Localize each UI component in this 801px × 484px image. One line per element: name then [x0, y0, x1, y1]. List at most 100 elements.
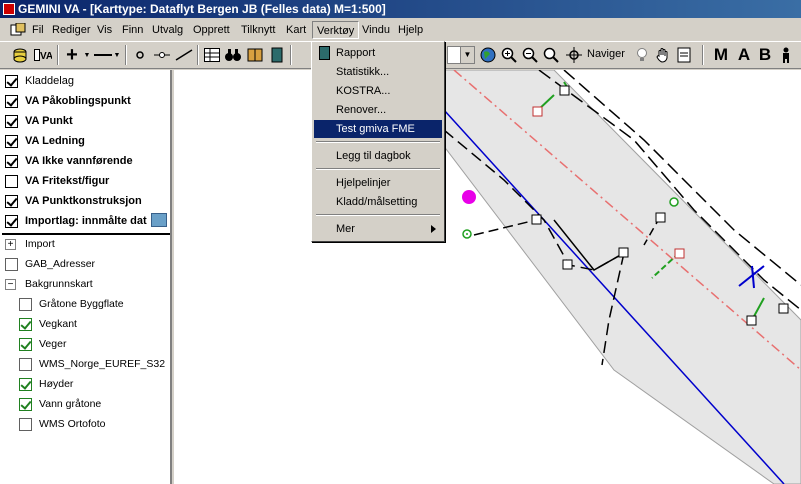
- line-tool-icon[interactable]: [93, 45, 113, 65]
- phone-book-icon[interactable]: [267, 45, 287, 65]
- lightbulb-icon[interactable]: [632, 45, 652, 65]
- table-icon[interactable]: [202, 45, 222, 65]
- document-icon[interactable]: [10, 23, 26, 37]
- manhole-symbol[interactable]: [531, 214, 542, 225]
- menu-vindu[interactable]: Vindu: [358, 21, 394, 39]
- map-canvas[interactable]: [174, 70, 801, 484]
- node-line-icon[interactable]: [152, 45, 172, 65]
- menu-item-statistikk[interactable]: Statistikk...: [314, 63, 442, 81]
- layer-row-va-pakoblingspunkt[interactable]: VA Påkoblingspunkt: [5, 92, 170, 110]
- circle-point-icon[interactable]: [130, 45, 150, 65]
- manhole-symbol[interactable]: [562, 259, 573, 270]
- layer-checkbox[interactable]: [5, 214, 18, 228]
- slope-line-icon[interactable]: [174, 45, 194, 65]
- layer-row-va-punkt[interactable]: VA Punkt: [5, 112, 170, 130]
- manhole-symbol[interactable]: [532, 106, 543, 117]
- layer-checkbox[interactable]: [19, 357, 32, 371]
- toolbar-button-a[interactable]: A: [734, 45, 754, 65]
- navigate-icon[interactable]: [564, 45, 584, 65]
- layers-icon[interactable]: [10, 45, 30, 65]
- layer-checkbox[interactable]: [5, 194, 18, 208]
- manhole-symbol[interactable]: [559, 85, 570, 96]
- manhole-symbol[interactable]: [618, 247, 629, 258]
- menu-tilknytt[interactable]: Tilknytt: [237, 21, 279, 39]
- chevron-down-icon[interactable]: ▼: [112, 45, 122, 65]
- layer-row-vegkant[interactable]: Vegkant: [19, 315, 170, 333]
- document-edit-icon[interactable]: [674, 45, 694, 65]
- toolbar-button-b[interactable]: B: [755, 45, 775, 65]
- hand-pan-icon[interactable]: [653, 45, 673, 65]
- menu-item-test-gmiva-fme[interactable]: Test gmiva FME: [314, 120, 442, 138]
- layer-checkbox[interactable]: [19, 377, 32, 391]
- layer-row-kladdelag[interactable]: Kladdelag: [5, 72, 170, 90]
- person-icon[interactable]: [776, 45, 796, 65]
- layer-checkbox[interactable]: [19, 317, 32, 331]
- menu-item-hjelpelinjer[interactable]: Hjelpelinjer: [314, 174, 442, 192]
- group-bakgrunnskart[interactable]: − Bakgrunnskart: [5, 275, 170, 293]
- menu-utvalg[interactable]: Utvalg: [148, 21, 187, 39]
- menu-hjelp[interactable]: Hjelp: [394, 21, 427, 39]
- layer-checkbox[interactable]: [5, 74, 18, 88]
- book-icon[interactable]: [245, 45, 265, 65]
- naviger-label[interactable]: Naviger: [587, 48, 625, 60]
- layer-checkbox[interactable]: [5, 94, 18, 108]
- layer-row-wms-ortofoto[interactable]: WMS Ortofoto: [19, 415, 170, 433]
- menu-finn[interactable]: Finn: [118, 21, 147, 39]
- layer-row-gab-adresser[interactable]: GAB_Adresser: [5, 255, 170, 273]
- menu-kart[interactable]: Kart: [282, 21, 310, 39]
- toolbar-button-m[interactable]: M: [711, 45, 731, 65]
- point-symbol[interactable]: [669, 197, 679, 207]
- menu-vis[interactable]: Vis: [93, 21, 116, 39]
- manhole-symbol[interactable]: [674, 248, 685, 259]
- layer-checkbox[interactable]: [5, 174, 18, 188]
- layer-checkbox[interactable]: [5, 134, 18, 148]
- manhole-symbol[interactable]: [778, 303, 789, 314]
- layer-row-hoyder[interactable]: Høyder: [19, 375, 170, 393]
- chevron-down-icon[interactable]: ▼: [82, 45, 92, 65]
- menu-item-kladd-malsetting[interactable]: Kladd/målsetting: [314, 193, 442, 211]
- layer-row-wms-norge[interactable]: WMS_Norge_EUREF_S32: [19, 355, 170, 373]
- zoom-extent-icon[interactable]: [541, 45, 561, 65]
- layer-row-va-ikke-vannforende[interactable]: VA Ikke vannførende: [5, 152, 170, 170]
- selected-point[interactable]: [462, 190, 476, 204]
- va-layer-icon[interactable]: VA: [33, 45, 53, 65]
- zoom-in-icon[interactable]: [499, 45, 519, 65]
- layer-row-veger[interactable]: Veger: [19, 335, 170, 353]
- layer-checkbox[interactable]: [5, 114, 18, 128]
- rapport-icon: [319, 46, 330, 60]
- layer-checkbox[interactable]: [19, 297, 32, 311]
- layer-checkbox[interactable]: [19, 397, 32, 411]
- scale-combo[interactable]: ▼: [447, 46, 475, 64]
- layer-checkbox[interactable]: [5, 257, 18, 271]
- menu-verktoy[interactable]: Verktøy: [312, 21, 360, 39]
- menu-item-renover[interactable]: Renover...: [314, 101, 442, 119]
- menu-fil[interactable]: Fil: [28, 21, 48, 39]
- menu-opprett[interactable]: Opprett: [189, 21, 234, 39]
- layer-checkbox[interactable]: [19, 417, 32, 431]
- manhole-symbol[interactable]: [655, 212, 666, 223]
- layer-row-vann-gratone[interactable]: Vann gråtone: [19, 395, 170, 413]
- manhole-symbol[interactable]: [746, 315, 757, 326]
- import-layer-icon[interactable]: [151, 213, 167, 227]
- layer-checkbox[interactable]: [5, 154, 18, 168]
- binoculars-icon[interactable]: [223, 45, 243, 65]
- layer-row-va-ledning[interactable]: VA Ledning: [5, 132, 170, 150]
- layer-row-importlag[interactable]: Importlag: innmålte dat: [5, 212, 170, 230]
- map-drawing[interactable]: [174, 70, 801, 484]
- zoom-out-icon[interactable]: [520, 45, 540, 65]
- layer-row-va-punktkonstruksjon[interactable]: VA Punktkonstruksjon: [5, 192, 170, 210]
- expand-icon[interactable]: +: [5, 238, 16, 250]
- menu-item-rapport[interactable]: Rapport: [314, 44, 442, 62]
- collapse-icon[interactable]: −: [5, 278, 16, 290]
- menu-item-mer[interactable]: Mer: [314, 220, 442, 238]
- group-import[interactable]: + Import: [5, 235, 170, 253]
- layer-row-gratone-byggflate[interactable]: Gråtone Byggflate: [19, 295, 170, 313]
- menu-item-legg-til-dagbok[interactable]: Legg til dagbok: [314, 147, 442, 165]
- add-point-icon[interactable]: +: [62, 44, 82, 66]
- menu-item-kostra[interactable]: KOSTRA...: [314, 82, 442, 100]
- chevron-down-icon[interactable]: ▼: [460, 47, 474, 63]
- layer-checkbox[interactable]: [19, 337, 32, 351]
- menu-rediger[interactable]: Rediger: [48, 21, 95, 39]
- globe-icon[interactable]: [478, 45, 498, 65]
- layer-row-va-fritekst[interactable]: VA Fritekst/figur: [5, 172, 170, 190]
